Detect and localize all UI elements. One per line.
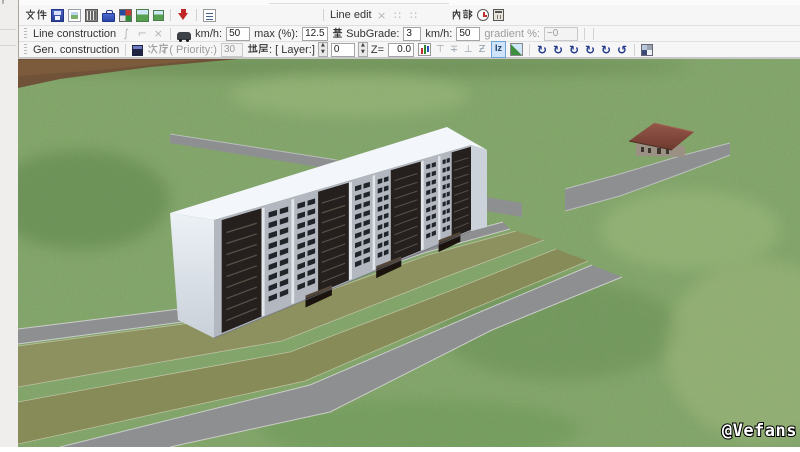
tiles-icon[interactable]: [119, 9, 132, 22]
subgrade-label: SubGrade:: [332, 27, 399, 40]
viewport-border: [18, 58, 800, 59]
panel-line-edit: Line edit × ∷ ∷: [319, 9, 422, 22]
ledger-icon[interactable]: [493, 9, 504, 21]
picture-large-icon[interactable]: [136, 9, 149, 22]
picture-small-icon[interactable]: [153, 10, 164, 21]
import-icon[interactable]: [177, 9, 190, 22]
place-object-icon[interactable]: [132, 45, 143, 56]
internal-label: [451, 9, 473, 22]
building-right-wall: [471, 145, 487, 231]
separator: [634, 44, 635, 56]
facade-element: [373, 175, 376, 271]
menu-file[interactable]: [25, 9, 47, 22]
rotate-icon-6[interactable]: ↺: [615, 43, 629, 57]
house-window: [641, 147, 644, 152]
speed2-label: km/h:: [425, 28, 452, 40]
separator: [529, 44, 530, 56]
divider: [269, 3, 449, 4]
junction-icon-1[interactable]: ∷: [392, 9, 404, 22]
rotate-icon-5[interactable]: ↻: [599, 43, 613, 57]
z-label: Z=: [371, 44, 384, 56]
iz-toggle-button[interactable]: Iz: [491, 41, 506, 58]
vehicle-icon[interactable]: [177, 32, 191, 40]
align-z-icon[interactable]: Ƶ: [476, 43, 488, 56]
house-door: [657, 148, 661, 154]
rotate-icon-4[interactable]: ↻: [583, 43, 597, 57]
max-gradient-input[interactable]: [302, 27, 328, 41]
grid-icon[interactable]: [641, 44, 653, 56]
3d-viewport[interactable]: @Vefans: [18, 58, 800, 447]
scene-canvas: @Vefans: [18, 58, 800, 447]
junction-icon-2[interactable]: ∷: [408, 9, 420, 22]
speed-label: km/h:: [195, 28, 222, 40]
layer-spinner-left[interactable]: ▲▼: [318, 42, 328, 57]
priority-input[interactable]: [221, 43, 243, 57]
desktop-corner-glyph: r: [1, 0, 6, 7]
layer-spinner-right[interactable]: ▲▼: [358, 42, 368, 57]
toolbar-grip[interactable]: [24, 44, 27, 56]
facade-element: [421, 161, 424, 251]
max-gradient-label: max (%):: [254, 28, 298, 40]
toolbar-line-construction: Line construction ∫ ⌐ × km/h: max (%): S…: [19, 26, 800, 42]
clock-icon[interactable]: [477, 9, 489, 21]
speed2-input[interactable]: [456, 27, 480, 41]
line-construction-label: Line construction: [33, 28, 116, 40]
separator: [170, 28, 171, 40]
gradient-label: gradient %:: [484, 28, 540, 40]
align-top-icon[interactable]: ⊤: [434, 43, 446, 56]
facade-element: [262, 208, 265, 317]
separator: [125, 44, 126, 56]
script-list-icon[interactable]: [203, 9, 216, 22]
toolbar-grip[interactable]: [24, 28, 27, 40]
facade-element: [438, 156, 440, 244]
rotate-icon-2[interactable]: ↻: [551, 43, 565, 57]
facade-element: [443, 159, 446, 164]
chart-icon[interactable]: [418, 43, 431, 56]
grass-light-patch: [600, 190, 780, 270]
layer-label: : [ Layer:]: [247, 43, 315, 56]
grass-light-patch: [230, 73, 470, 117]
gradient-readout: [544, 27, 578, 41]
house-window: [648, 148, 651, 153]
gen-construction-label: Gen. construction: [33, 44, 119, 56]
facade-element: [349, 182, 352, 281]
subgrade-input[interactable]: [403, 27, 421, 41]
separator: [593, 28, 594, 40]
panel-internal: [449, 9, 506, 22]
align-middle-icon[interactable]: ∓: [448, 43, 460, 56]
rotate-icon-3[interactable]: ↻: [567, 43, 581, 57]
separator: [170, 9, 171, 21]
divider: [0, 29, 16, 30]
image-icon[interactable]: [68, 9, 81, 22]
node-tool-icon[interactable]: ⌐: [136, 27, 148, 40]
watermark: @Vefans: [722, 421, 797, 441]
application-window: r Line edit × ∷ ∷ Line: [0, 0, 800, 447]
separator: [584, 28, 585, 40]
facade-element: [291, 199, 294, 304]
layer-input[interactable]: [331, 43, 355, 57]
spline-tool-icon[interactable]: ∫: [120, 27, 132, 40]
toolbar-gen-construction: Gen. construction ( Priority:) : [ Layer…: [19, 42, 800, 58]
speed-input[interactable]: [226, 27, 250, 41]
terrain-icon[interactable]: [510, 43, 523, 56]
delete-node-tool-icon[interactable]: ×: [152, 27, 164, 40]
align-bottom-icon[interactable]: ⊥: [462, 43, 474, 56]
divider: [0, 45, 16, 46]
desktop-edge-strip: r: [0, 0, 19, 447]
toolbar-file: Line edit × ∷ ∷: [19, 5, 800, 26]
toolbox-icon[interactable]: [102, 13, 115, 22]
priority-label: ( Priority:): [147, 43, 217, 56]
line-edit-label: Line edit: [330, 9, 372, 21]
rotate-icon-1[interactable]: ↻: [535, 43, 549, 57]
separator: [323, 9, 324, 21]
save-icon[interactable]: [51, 9, 64, 22]
film-icon[interactable]: [85, 9, 98, 22]
separator: [196, 9, 197, 21]
z-input[interactable]: [388, 43, 414, 57]
cut-icon[interactable]: ×: [376, 9, 388, 22]
